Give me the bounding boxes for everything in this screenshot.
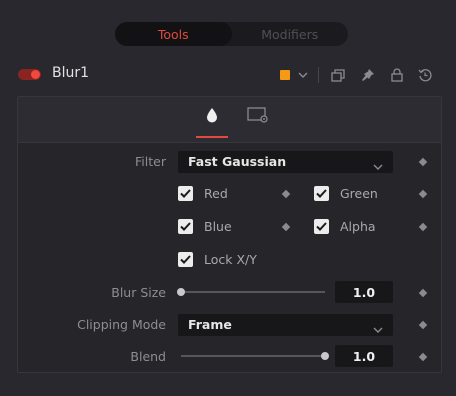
checkbox-blue[interactable]: Blue [178,219,232,234]
color-swatch[interactable] [280,70,290,80]
blur-size-slider-track[interactable] [181,291,325,293]
panel-tab-row [18,97,441,143]
toggle-knob [31,70,40,79]
tool-header: Blur1 [0,60,456,88]
green-keyframe-diamond[interactable] [418,189,428,199]
blur-size-label: Blur Size [111,285,166,300]
drop-icon [205,107,219,135]
blend-keyframe-diamond[interactable] [418,352,428,362]
checkbox-green[interactable]: Green [314,186,378,201]
blur-size-slider-handle[interactable] [177,288,185,296]
checkbox-lock-xy-label: Lock X/Y [204,252,257,267]
tool-name[interactable]: Blur1 [52,65,89,81]
inspector-tab-bar: Tools Modifiers [115,22,348,46]
check-icon [178,186,193,201]
alpha-keyframe-diamond[interactable] [418,222,428,232]
red-keyframe-diamond[interactable] [281,189,291,199]
filter-dropdown[interactable]: Fast Gaussian [178,151,393,173]
chevron-down-icon [373,319,383,338]
chevron-down-icon[interactable] [298,71,308,79]
clipping-mode-value: Frame [188,317,232,332]
header-icons [280,64,432,86]
checkbox-red[interactable]: Red [178,186,228,201]
check-icon [314,219,329,234]
checkbox-blue-label: Blue [204,219,232,234]
tab-tools[interactable]: Tools [115,22,232,46]
checkbox-alpha[interactable]: Alpha [314,219,376,234]
checkbox-green-label: Green [340,186,378,201]
versions-icon[interactable] [331,68,345,82]
check-icon [314,186,329,201]
settings-panel-icon [247,107,269,135]
tab-modifiers[interactable]: Modifiers [232,22,349,46]
filter-value: Fast Gaussian [188,154,287,169]
reset-icon[interactable] [418,68,432,82]
tab-settings[interactable] [241,107,275,135]
checkbox-alpha-label: Alpha [340,219,376,234]
checkbox-lock-xy[interactable]: Lock X/Y [178,252,257,267]
pin-icon[interactable] [361,68,375,82]
lock-icon[interactable] [391,68,403,82]
clipping-mode-label: Clipping Mode [77,317,166,332]
tool-enable-toggle[interactable] [18,69,41,80]
checkbox-red-label: Red [204,186,228,201]
blue-keyframe-diamond[interactable] [281,222,291,232]
blend-slider-handle[interactable] [321,352,329,360]
blur-size-input[interactable]: 1.0 [335,281,393,303]
blend-input[interactable]: 1.0 [335,345,393,367]
blend-label: Blend [130,349,166,364]
header-divider [318,67,319,83]
tab-controls[interactable] [195,107,229,138]
clipping-mode-keyframe-diamond[interactable] [418,320,428,330]
clipping-mode-dropdown[interactable]: Frame [178,314,393,336]
controls-panel: Filter Fast Gaussian Red Green Blue Alph… [17,96,442,373]
blur-size-keyframe-diamond[interactable] [418,288,428,298]
check-icon [178,252,193,267]
check-icon [178,219,193,234]
blend-slider-track[interactable] [181,355,325,357]
filter-label: Filter [135,154,166,169]
filter-keyframe-diamond[interactable] [418,157,428,167]
chevron-down-icon [373,156,383,175]
